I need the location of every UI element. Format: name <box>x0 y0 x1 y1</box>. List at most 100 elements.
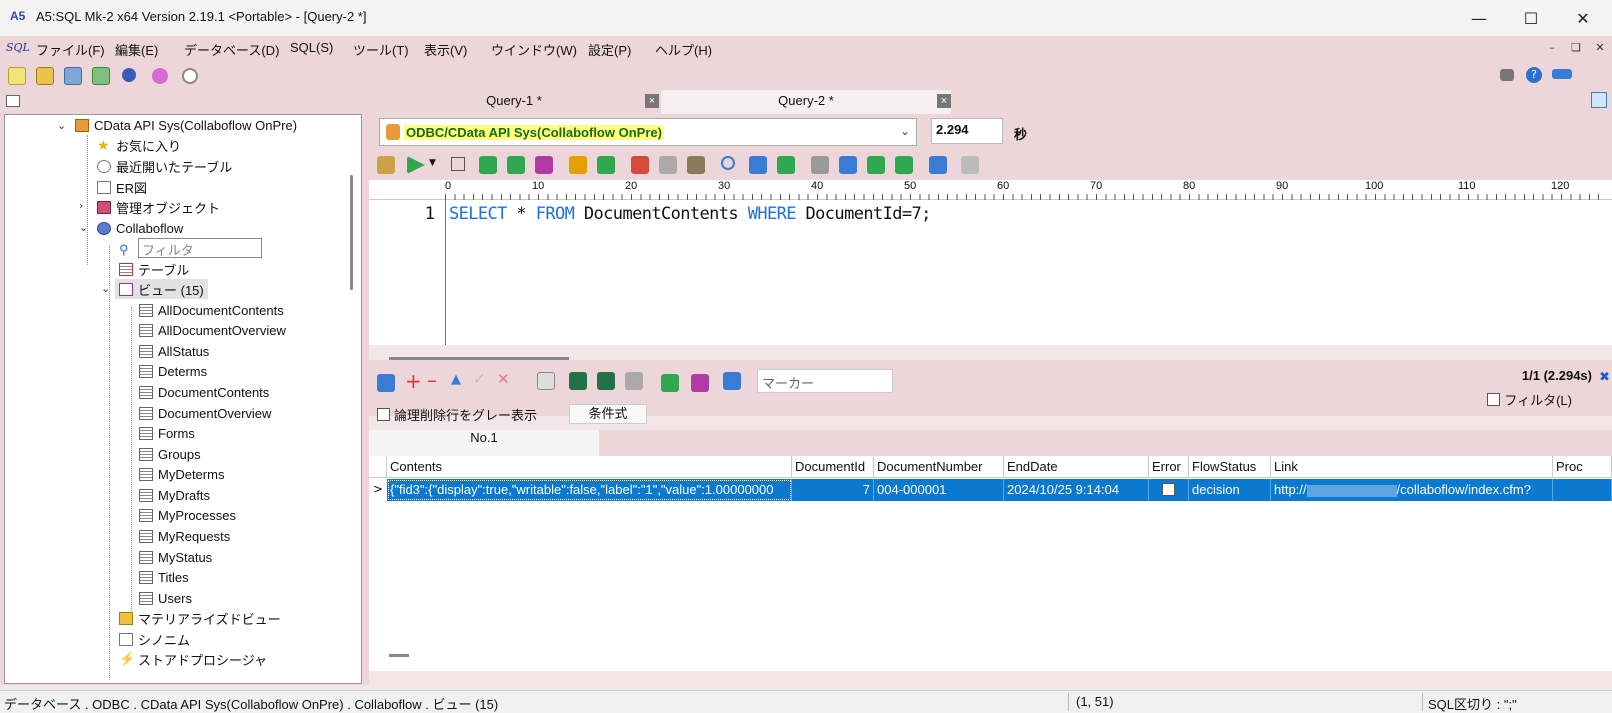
add-row-icon[interactable]: + <box>405 369 422 393</box>
tree-tables[interactable]: テーブル <box>119 259 189 279</box>
cell-link[interactable]: http:// /collaboflow/index.cfm? <box>1271 479 1553 501</box>
minimize-button[interactable]: — <box>1456 0 1502 36</box>
view-item[interactable]: Users <box>139 588 192 608</box>
clear-icon[interactable] <box>377 156 395 174</box>
excel-all-icon[interactable] <box>597 372 615 390</box>
tree-er[interactable]: ER図 <box>97 177 147 197</box>
view-item[interactable]: MyProcesses <box>139 505 236 525</box>
tree-views[interactable]: ビュー (15) <box>115 279 208 299</box>
grid-scrollbar[interactable] <box>389 654 409 657</box>
checkbox-icon[interactable] <box>1162 483 1175 496</box>
window-mode-icon[interactable] <box>1500 69 1514 81</box>
wrap-icon[interactable] <box>839 156 857 174</box>
condition-button[interactable]: 条件式 <box>569 404 647 424</box>
close-icon[interactable]: × <box>937 94 951 108</box>
col-header[interactable]: Error <box>1149 456 1189 478</box>
run-ab-icon[interactable] <box>479 156 497 174</box>
col-header[interactable]: Link <box>1271 456 1553 478</box>
col-header[interactable]: DocumentNumber <box>874 456 1004 478</box>
database-icon[interactable] <box>64 67 82 85</box>
paste-icon[interactable] <box>687 156 705 174</box>
close-result-icon[interactable]: ✖ <box>1599 370 1610 385</box>
tree-view-icon[interactable] <box>961 156 979 174</box>
menu-help[interactable]: ヘルプ(H) <box>655 40 712 59</box>
view-item[interactable]: MyRequests <box>139 526 230 546</box>
view-item[interactable]: MyDrafts <box>139 485 210 505</box>
connection-select[interactable]: ODBC/CData API Sys(Collaboflow OnPre) ⌄ <box>379 118 917 146</box>
view-item[interactable]: MyStatus <box>139 547 212 567</box>
export-icon[interactable] <box>537 372 555 390</box>
menu-settings[interactable]: 設定(P) <box>588 40 631 59</box>
query-icon[interactable] <box>691 374 709 392</box>
replace-icon[interactable] <box>749 156 767 174</box>
chevron-down-icon[interactable]: ⌄ <box>101 282 110 295</box>
cell-flowstatus[interactable]: decision <box>1189 479 1271 501</box>
plugin-icon[interactable] <box>152 68 168 84</box>
tab-query-2[interactable]: Query-2 * × <box>661 90 951 114</box>
tree-schema[interactable]: Collaboflow <box>97 218 183 238</box>
tree-toggle-icon[interactable] <box>6 95 20 107</box>
gray-deleted-checkbox[interactable]: 論理削除行をグレー表示 <box>377 405 537 424</box>
col-header[interactable]: Proc <box>1553 456 1612 478</box>
tree-mviews[interactable]: マテリアライズドビュー <box>119 608 281 628</box>
view-item[interactable]: Forms <box>139 423 195 443</box>
filter-checkbox[interactable]: フィルタ(L) <box>1487 390 1572 409</box>
mdi-restore-icon[interactable]: ❏ <box>1568 40 1584 56</box>
undo-icon[interactable] <box>569 156 587 174</box>
outdent-icon[interactable] <box>895 156 913 174</box>
tab-no-1[interactable]: No.1 <box>369 430 599 456</box>
menu-tool[interactable]: ツール(T) <box>353 40 409 59</box>
run-csv-icon[interactable] <box>507 156 525 174</box>
gear-icon[interactable] <box>122 68 136 82</box>
cell-enddate[interactable]: 2024/10/25 9:14:04 <box>1004 479 1149 501</box>
tree-scrollbar[interactable] <box>350 175 353 290</box>
cell-error[interactable] <box>1149 479 1189 501</box>
view-item[interactable]: MyDeterms <box>139 464 224 484</box>
format-icon[interactable] <box>929 156 947 174</box>
cell-documentnumber[interactable]: 004-000001 <box>874 479 1004 501</box>
tree-procs[interactable]: ⚡ ストアドプロシージャ <box>119 649 267 669</box>
cancel-icon[interactable]: ✕ <box>497 370 510 388</box>
col-header[interactable]: Contents <box>387 456 792 478</box>
cell-documentid[interactable]: 7 <box>792 479 874 501</box>
align-icon[interactable] <box>811 156 829 174</box>
menu-view[interactable]: 表示(V) <box>424 40 467 59</box>
run-dropdown-icon[interactable]: ▼ <box>429 158 436 168</box>
view-item[interactable]: Determs <box>139 361 207 381</box>
cut-icon[interactable] <box>631 156 649 174</box>
chevron-down-icon[interactable]: ⌄ <box>57 119 66 132</box>
help-icon[interactable]: ? <box>1526 67 1542 83</box>
tree-admin[interactable]: 管理オブジェクト <box>97 197 220 217</box>
view-item[interactable]: AllStatus <box>139 341 209 361</box>
move-up-icon[interactable]: ▲ <box>451 372 461 387</box>
ruler-toggle-icon[interactable] <box>1552 69 1572 79</box>
view-item[interactable]: AllDocumentContents <box>139 300 284 320</box>
menu-file[interactable]: ファイル(F) <box>36 40 105 59</box>
view-item[interactable]: DocumentContents <box>139 382 269 402</box>
chevron-down-icon[interactable]: ⌄ <box>79 221 88 234</box>
close-icon[interactable]: × <box>645 94 659 108</box>
mdi-minimize-icon[interactable]: – <box>1544 40 1560 56</box>
calendar-icon[interactable] <box>377 374 395 392</box>
col-header[interactable]: EndDate <box>1004 456 1149 478</box>
tree-recent[interactable]: 最近開いたテーブル <box>97 156 232 176</box>
copy-grid-icon[interactable] <box>625 372 643 390</box>
copy-icon[interactable] <box>659 156 677 174</box>
sql-code[interactable]: SELECT * FROM DocumentContents WHERE Doc… <box>449 204 931 224</box>
view-item[interactable]: AllDocumentOverview <box>139 320 286 340</box>
jump-icon[interactable] <box>777 156 795 174</box>
run-icon[interactable] <box>407 156 425 174</box>
cell-contents[interactable]: {"fid3":{"display":true,"writable":false… <box>387 479 792 501</box>
col-header[interactable]: DocumentId <box>792 456 874 478</box>
chevron-right-icon[interactable]: › <box>79 199 83 212</box>
indent-icon[interactable] <box>867 156 885 174</box>
open-folder-icon[interactable] <box>36 67 54 85</box>
menu-window[interactable]: ウインドウ(W) <box>491 40 577 59</box>
mdi-close-icon[interactable]: ✕ <box>1592 40 1608 56</box>
view-item[interactable]: Titles <box>139 567 189 587</box>
find-icon[interactable] <box>721 156 735 170</box>
redo-icon[interactable] <box>597 156 615 174</box>
tree-favorites[interactable]: ★ お気に入り <box>97 135 181 155</box>
col-header[interactable]: FlowStatus <box>1189 456 1271 478</box>
check-circle-icon[interactable] <box>182 68 198 84</box>
